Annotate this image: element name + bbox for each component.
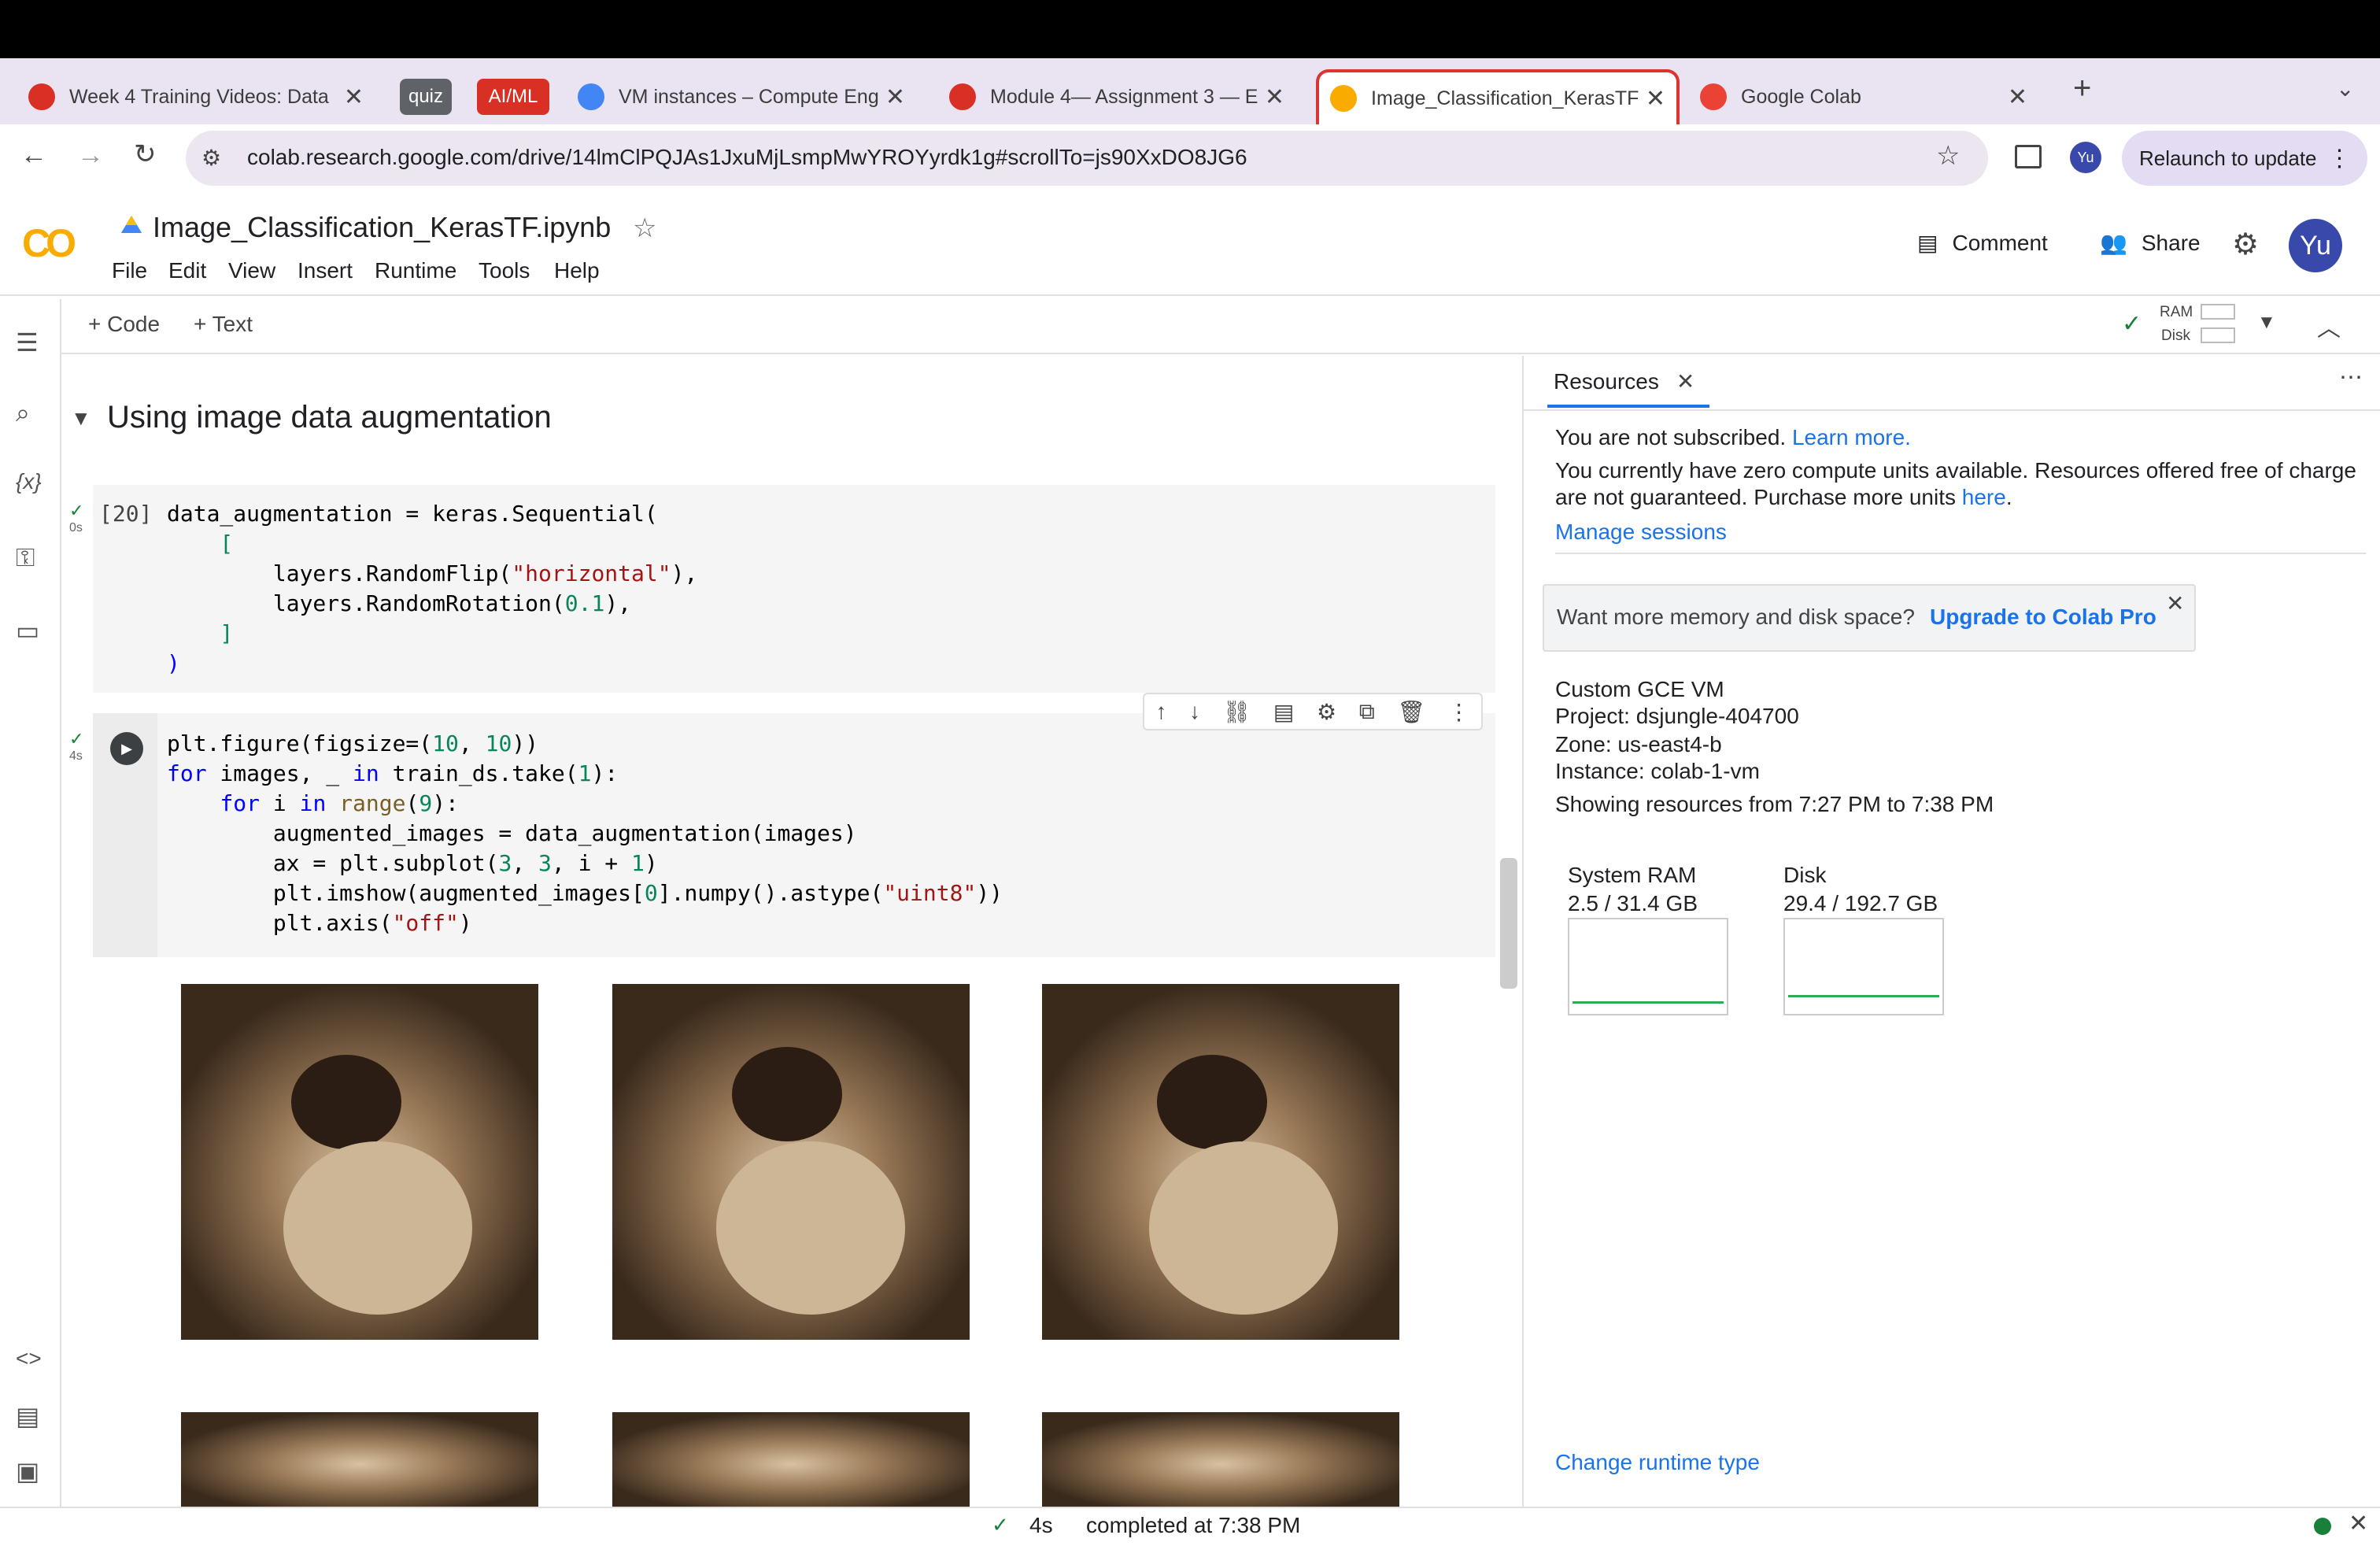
- close-icon[interactable]: ✕: [1676, 369, 1694, 394]
- manage-sessions-link[interactable]: Manage sessions: [1555, 520, 1727, 545]
- status-duration: 4s: [1029, 1513, 1053, 1537]
- cat-image: [612, 984, 970, 1340]
- active-tab-indicator: [1547, 405, 1709, 408]
- vm-zone: Zone: us-east4-b: [1555, 732, 1722, 756]
- resources-tab-label: Resources: [1554, 369, 1659, 394]
- cat-image: [1042, 1412, 1399, 1507]
- divider: [1524, 409, 2380, 411]
- notebook-scrollbar[interactable]: [1500, 858, 1517, 989]
- ram-gauge[interactable]: [1568, 918, 1728, 1015]
- disk-usage-line: [1788, 995, 1939, 997]
- ram-value: 2.5 / 31.4 GB: [1568, 891, 1698, 915]
- vm-project: Project: dsjungle-404700: [1555, 704, 1799, 728]
- more-horiz-icon[interactable]: ⋯: [2339, 364, 2363, 391]
- close-icon[interactable]: ✕: [2166, 590, 2184, 616]
- here-link[interactable]: here: [1962, 485, 2006, 509]
- ram-title: System RAM: [1568, 863, 1697, 887]
- disk-value: 29.4 / 192.7 GB: [1783, 891, 1938, 915]
- change-runtime-link[interactable]: Change runtime type: [1555, 1450, 1760, 1475]
- cat-image: [181, 1412, 538, 1507]
- cat-image: [181, 984, 538, 1340]
- resources-tab[interactable]: Resources ✕: [1554, 368, 1694, 394]
- compute-units-line2: are not guaranteed. Purchase more units …: [1555, 485, 2012, 509]
- divider: [1555, 553, 2366, 554]
- learn-more-link[interactable]: Learn more.: [1792, 425, 1911, 449]
- not-subscribed-text: You are not subscribed.: [1555, 425, 1787, 449]
- subscription-status: You are not subscribed. Learn more.: [1555, 425, 1911, 450]
- compute-units-text: are not guaranteed. Purchase more units: [1555, 485, 1956, 509]
- close-icon[interactable]: ✕: [2349, 1510, 2368, 1537]
- ram-usage-line: [1572, 1001, 1724, 1004]
- upgrade-link[interactable]: Upgrade to Colab Pro: [1930, 605, 2156, 630]
- cat-image: [1042, 984, 1399, 1340]
- status-check-icon: ✓: [992, 1513, 1009, 1537]
- connection-status-dot: [2314, 1518, 2331, 1535]
- compute-units-line1: You currently have zero compute units av…: [1555, 458, 2356, 483]
- disk-gauge[interactable]: [1783, 918, 1944, 1015]
- resource-time-range: Showing resources from 7:27 PM to 7:38 P…: [1555, 792, 1994, 816]
- disk-title: Disk: [1783, 863, 1827, 887]
- vm-type: Custom GCE VM: [1555, 677, 1724, 701]
- promo-text: Want more memory and disk space?: [1557, 605, 1915, 629]
- vm-instance: Instance: colab-1-vm: [1555, 759, 1760, 783]
- cat-image: [612, 1412, 970, 1507]
- status-completed[interactable]: completed at 7:38 PM: [1086, 1513, 1300, 1538]
